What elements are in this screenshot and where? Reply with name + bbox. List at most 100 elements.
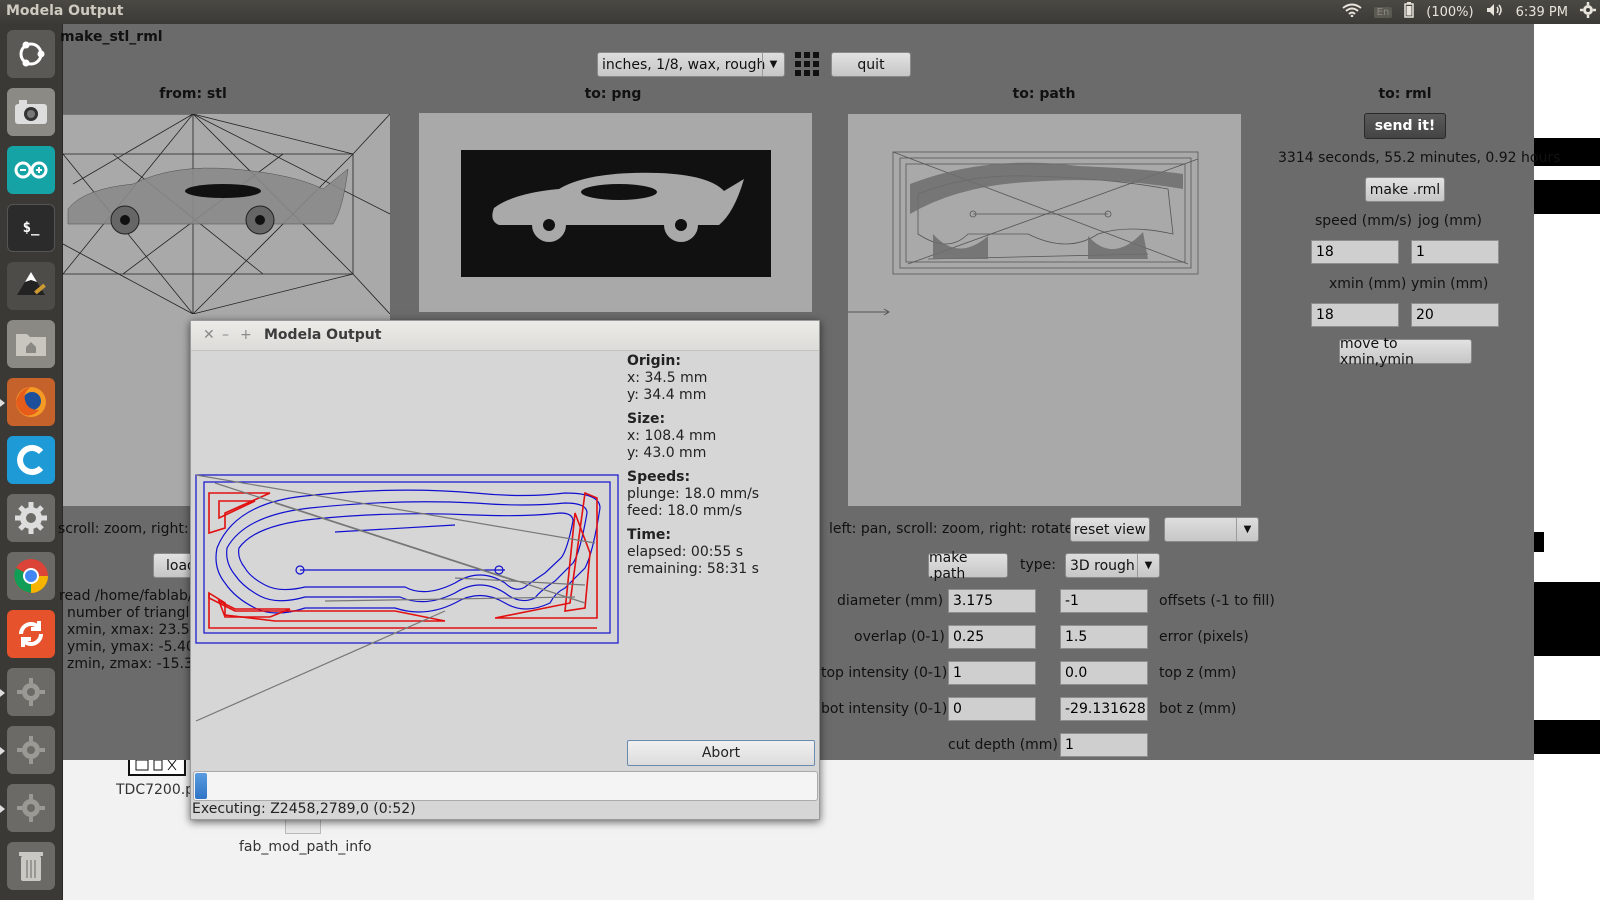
make-path-button[interactable]: make .path — [928, 550, 1008, 582]
chevron-down-icon: ▼ — [762, 53, 784, 76]
background-window-fragment — [1534, 720, 1600, 754]
arduino-icon[interactable] — [7, 146, 55, 194]
time-heading: Time: — [627, 527, 672, 543]
launcher: $_ — [0, 24, 63, 900]
bot-intensity-label: bot intensity (0-1) — [821, 701, 948, 717]
ymin-field[interactable]: 20 — [1411, 303, 1499, 327]
remaining-time: remaining: 58:31 s — [627, 561, 759, 577]
type-select-value: 3D rough — [1070, 557, 1135, 574]
keyboard-layout-indicator[interactable]: En — [1373, 6, 1393, 18]
cut-depth-field[interactable]: 1 — [1060, 733, 1148, 757]
to-png-title: to: png — [584, 86, 642, 102]
bot-z-label: bot z (mm) — [1159, 701, 1237, 717]
chevron-down-icon: ▼ — [1137, 554, 1159, 577]
file-icon[interactable] — [285, 818, 321, 834]
abort-button[interactable]: Abort — [627, 740, 815, 766]
bot-intensity-field[interactable]: 0 — [948, 697, 1036, 721]
error-field[interactable]: 1.5 — [1060, 625, 1148, 649]
speed-field[interactable]: 18 — [1311, 240, 1399, 264]
xmin-label: xmin (mm) — [1329, 276, 1407, 292]
stl-info-line: number of triangles — [67, 605, 206, 621]
maximize-icon[interactable]: + — [240, 327, 252, 343]
stl-info-line: zmin, zmax: -15.37 — [67, 656, 202, 672]
top-z-field[interactable]: 0.0 — [1060, 661, 1148, 685]
diameter-field[interactable]: 3.175 — [948, 589, 1036, 613]
terminal-icon[interactable]: $_ — [7, 204, 55, 252]
origin-heading: Origin: — [627, 353, 681, 369]
camera-icon[interactable] — [7, 88, 55, 136]
minimize-icon[interactable]: – — [222, 327, 229, 343]
elapsed-time: elapsed: 00:55 s — [627, 544, 744, 560]
stl-info-line: xmin, xmax: 23.529 — [67, 622, 208, 638]
size-heading: Size: — [627, 411, 666, 427]
send-it-button[interactable]: send it! — [1364, 113, 1446, 139]
xmin-field[interactable]: 18 — [1311, 303, 1399, 327]
top-z-label: top z (mm) — [1159, 665, 1237, 681]
background-window-fragment — [1534, 180, 1600, 214]
update-manager-icon[interactable] — [7, 610, 55, 658]
move-to-xmin-ymin-button[interactable]: move to xmin,ymin — [1339, 336, 1472, 368]
settings-icon[interactable] — [0, 668, 55, 716]
app-title: Modela Output — [6, 3, 124, 19]
volume-icon[interactable] — [1486, 3, 1504, 21]
cura-icon[interactable] — [7, 436, 55, 484]
background-window-fragment — [1534, 582, 1600, 656]
profile-select-value: inches, 1/8, wax, rough — [602, 56, 766, 73]
overlap-field[interactable]: 0.25 — [948, 625, 1036, 649]
gear-icon[interactable] — [1580, 2, 1596, 22]
size-x: x: 108.4 mm — [627, 428, 717, 444]
toolpath-preview — [195, 353, 620, 735]
progress-fill — [195, 773, 207, 799]
view-select[interactable]: ▼ — [1164, 517, 1259, 542]
top-intensity-label: top intensity (0-1) — [821, 665, 948, 681]
progress-bar — [193, 771, 818, 801]
dialog-title: Modela Output — [264, 327, 382, 343]
close-icon[interactable]: ✕ — [203, 327, 215, 343]
job-info: Origin: x: 34.5 mm y: 34.4 mm Size: x: 1… — [627, 353, 759, 578]
type-label: type: — [1020, 557, 1056, 573]
path-view-hint: left: pan, scroll: zoom, right: rotate — [829, 521, 1074, 537]
files-icon[interactable] — [7, 320, 55, 368]
error-label: error (pixels) — [1159, 629, 1249, 645]
cut-depth-label: cut depth (mm) — [948, 737, 1058, 753]
background-window-fragment — [1534, 532, 1544, 552]
dialog-titlebar[interactable]: ✕ – + Modela Output — [191, 321, 819, 351]
wifi-icon[interactable] — [1342, 3, 1362, 21]
grid-menu-icon[interactable] — [795, 52, 819, 76]
system-settings-icon[interactable] — [7, 494, 55, 542]
quit-button[interactable]: quit — [831, 52, 911, 77]
ymin-label: ymin (mm) — [1411, 276, 1489, 292]
type-select[interactable]: 3D rough ▼ — [1065, 553, 1160, 578]
diameter-label: diameter (mm) — [837, 593, 944, 609]
indicator-area: En (100%) 6:39 PM — [1342, 2, 1596, 22]
chrome-icon[interactable] — [7, 552, 55, 600]
battery-icon[interactable] — [1404, 2, 1415, 22]
status-text: Executing: Z2458,2789,0 (0:52) — [192, 801, 416, 817]
profile-select[interactable]: inches, 1/8, wax, rough ▼ — [597, 52, 785, 77]
settings-icon[interactable] — [0, 726, 55, 774]
to-rml-title: to: rml — [1378, 86, 1432, 102]
offsets-field[interactable]: -1 — [1060, 589, 1148, 613]
jog-field[interactable]: 1 — [1411, 240, 1499, 264]
reset-view-button[interactable]: reset view — [1070, 517, 1150, 542]
settings-icon[interactable] — [0, 784, 55, 832]
path-view[interactable] — [848, 114, 1241, 506]
firefox-icon[interactable] — [0, 378, 55, 426]
overlap-label: overlap (0-1) — [854, 629, 945, 645]
fab-mod-path-info-label: fab_mod_path_info — [239, 839, 372, 855]
clock[interactable]: 6:39 PM — [1516, 5, 1568, 20]
make-rml-button[interactable]: make .rml — [1365, 177, 1445, 202]
plunge-speed: plunge: 18.0 mm/s — [627, 486, 760, 502]
from-stl-title: from: stl — [159, 86, 227, 102]
trash-icon[interactable] — [7, 842, 55, 890]
top-intensity-field[interactable]: 1 — [948, 661, 1036, 685]
bot-z-field[interactable]: -29.131628 — [1060, 697, 1148, 721]
feed-speed: feed: 18.0 mm/s — [627, 503, 743, 519]
chevron-down-icon: ▼ — [1236, 518, 1258, 541]
battery-percent: (100%) — [1426, 4, 1474, 20]
ubuntu-dash-icon[interactable] — [7, 30, 55, 78]
stl-info-line: ymin, ymax: -5.408 — [67, 639, 204, 655]
window-title: make_stl_rml — [60, 29, 163, 45]
inkscape-icon[interactable] — [7, 262, 55, 310]
tdc7200-file-icon[interactable] — [128, 759, 186, 776]
